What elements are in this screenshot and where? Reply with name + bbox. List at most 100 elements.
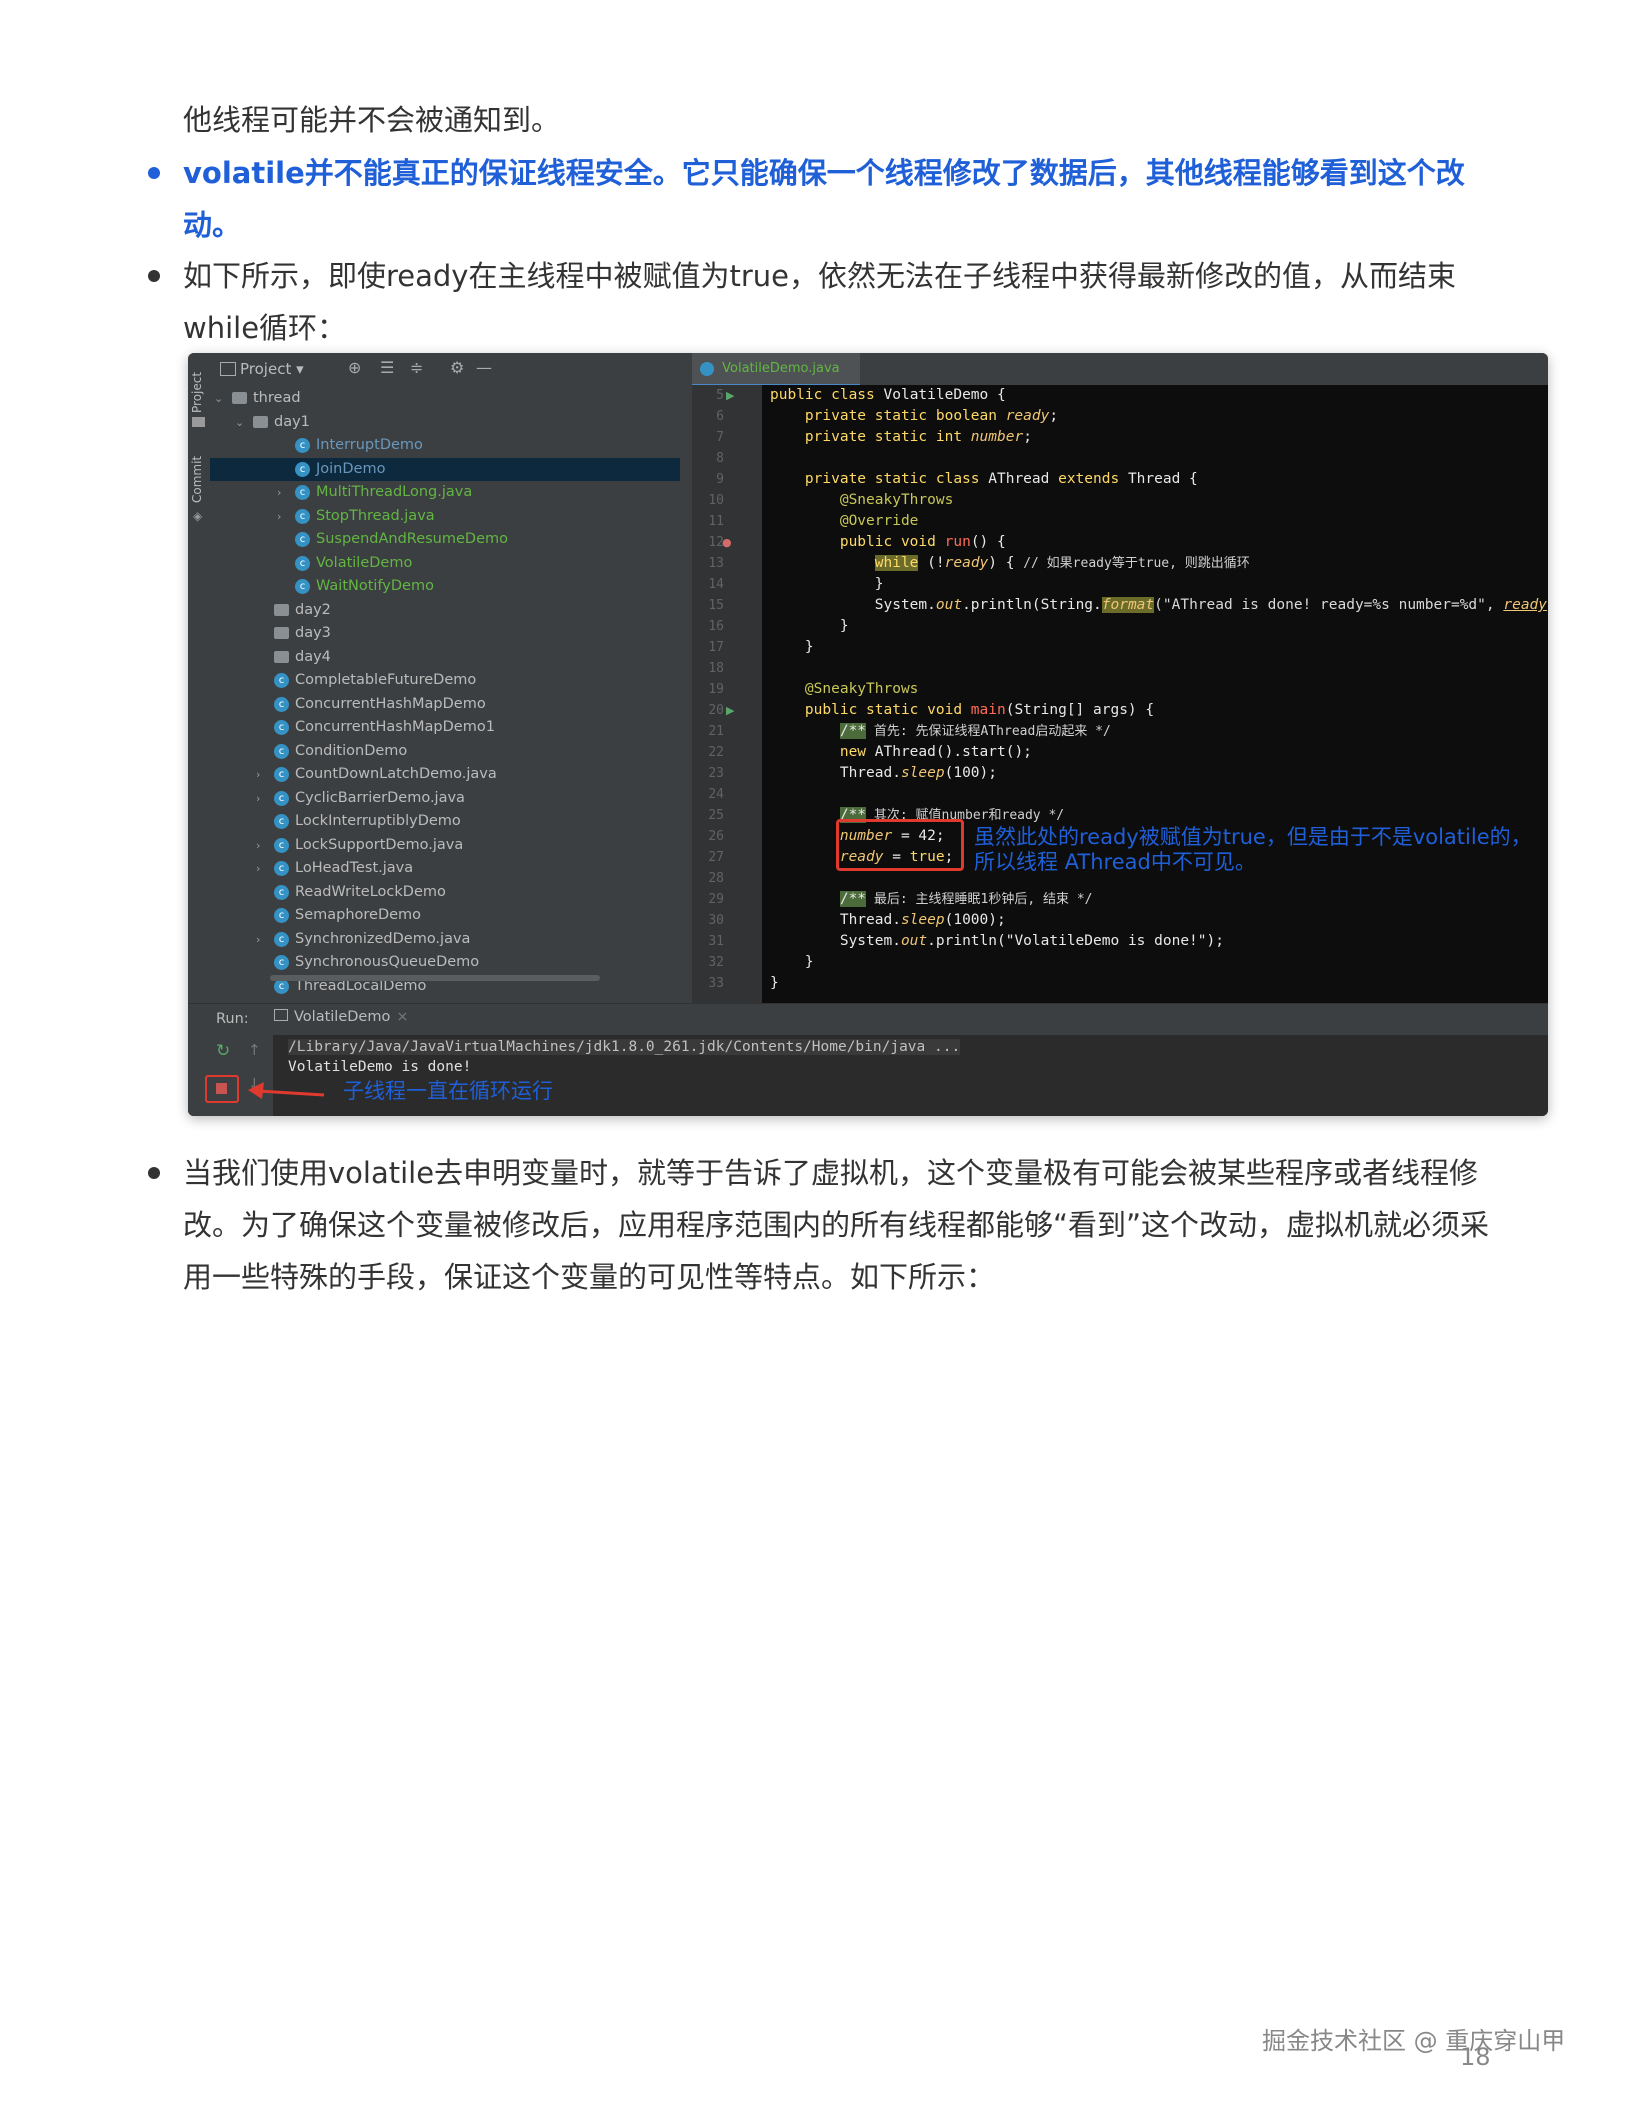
tree-item[interactable]: day3 (210, 622, 680, 646)
folder-icon (192, 417, 205, 427)
line-number-gutter: ▶ ▶ ● 5 6 7 8 9 10 11 12 13 14 15 16 17 18 19 20 21 22 23 2… (692, 385, 762, 1003)
code-line-19: @SneakyThrows (770, 681, 919, 697)
chevron-right-icon[interactable]: › (277, 505, 281, 529)
code-line-16: } (770, 618, 849, 634)
project-dropdown[interactable]: Project ▾ (240, 360, 304, 378)
run-note: 子线程一直在循环运行 (343, 1079, 553, 1103)
tree-item-label: ConcurrentHashMapDemo1 (295, 719, 495, 735)
expand-all-icon[interactable]: ☰ (380, 358, 394, 377)
close-icon[interactable]: × (396, 1009, 408, 1025)
code-line-7: private static int number; (770, 429, 1032, 445)
code-line-29: /** 最后: 主线程睡眠1秒钟后, 结束 */ (839, 891, 1093, 907)
tree-item[interactable]: › c StopThread.java (210, 505, 680, 529)
rerun-icon[interactable]: ↻ (216, 1041, 230, 1061)
class-icon: c (274, 908, 289, 923)
line-number: 6 (716, 409, 724, 424)
chevron-right-icon[interactable]: › (256, 834, 260, 858)
stop-button[interactable] (205, 1075, 239, 1103)
tree-item-label: ConditionDemo (295, 742, 408, 759)
tree-item-label: MultiThreadLong.java (316, 484, 473, 500)
tree-item[interactable]: c ConcurrentHashMapDemo (210, 693, 680, 717)
line-number: 28 (708, 871, 724, 886)
code-line-32: } (770, 954, 814, 970)
tree-item[interactable]: › c CyclicBarrierDemo.java (210, 787, 680, 811)
console-icon (274, 1009, 288, 1021)
line-number: 30 (708, 913, 724, 928)
chevron-right-icon[interactable]: › (256, 787, 260, 811)
tree-item[interactable]: › c SynchronizedDemo.java (210, 928, 680, 952)
up-icon[interactable]: ↑ (248, 1041, 261, 1059)
code-line-13: while (!ready) { // 如果ready等于true, 则跳出循环 (874, 555, 1250, 571)
line-number: 13 (708, 556, 724, 571)
run-main-icon[interactable]: ▶ (726, 704, 734, 717)
class-icon: c (274, 837, 289, 853)
tree-item-label: day2 (295, 601, 331, 618)
chevron-right-icon[interactable]: › (277, 481, 281, 505)
line-number: 33 (708, 976, 724, 991)
chevron-down-icon[interactable]: ⌄ (214, 387, 223, 411)
class-icon: c (274, 884, 289, 900)
class-icon: c (274, 861, 289, 876)
tree-item[interactable]: c VolatileDemo (210, 552, 680, 576)
chevron-down-icon[interactable]: ⌄ (235, 411, 244, 435)
class-icon: c (274, 673, 289, 688)
class-icon: c (274, 720, 289, 735)
strip-project-label[interactable]: Project (190, 372, 204, 413)
stop-icon (216, 1083, 227, 1094)
page-number: 18 (1460, 2043, 1491, 2071)
project-panel-header: Project ▾ ⊕ ☰ ≑ ⚙ — (210, 353, 692, 386)
gear-icon[interactable]: ⚙ (450, 358, 464, 377)
tree-item-label: ReadWriteLockDemo (295, 883, 446, 900)
line-number: 27 (708, 850, 724, 865)
run-tab-volatiledemo[interactable]: VolatileDemo × (274, 1009, 408, 1025)
class-icon: c (295, 532, 310, 547)
tree-item[interactable]: c ConcurrentHashMapDemo1 (210, 716, 680, 740)
tree-item[interactable]: c LockInterruptiblyDemo (210, 810, 680, 834)
class-icon: c (274, 743, 289, 759)
code-line-22: new AThread().start(); (770, 744, 1032, 760)
ide-screenshot: Project Commit ◈ Project ▾ ⊕ ☰ ≑ ⚙ — ⌄ th… (188, 353, 1548, 1116)
tree-item[interactable]: › c MultiThreadLong.java (210, 481, 680, 505)
chevron-right-icon[interactable]: › (256, 857, 260, 881)
locate-icon[interactable]: ⊕ (348, 358, 361, 377)
chevron-right-icon[interactable]: › (256, 928, 260, 952)
console-output-line: VolatileDemo is done! (288, 1059, 472, 1075)
line-number: 24 (708, 787, 724, 802)
tab-volatiledemo[interactable]: VolatileDemo.java × (692, 353, 860, 407)
tree-item[interactable]: day4 (210, 646, 680, 670)
folder-icon (274, 603, 289, 616)
line-number: 16 (708, 619, 724, 634)
code-editor[interactable]: public class VolatileDemo { private stat… (762, 385, 1548, 1003)
strip-commit-label[interactable]: Commit (190, 456, 204, 503)
run-class-icon[interactable]: ▶ (726, 389, 734, 402)
tree-item[interactable]: c InterruptDemo (210, 434, 680, 458)
tree-item-label: VolatileDemo (316, 554, 413, 571)
tree-item-label: InterruptDemo (316, 437, 423, 453)
code-line-15: System.out.println(String.format("AThrea… (770, 597, 1548, 613)
tree-item[interactable]: c ReadWriteLockDemo (210, 881, 680, 905)
tree-item[interactable]: c CompletableFutureDemo (210, 669, 680, 693)
tree-item[interactable]: › c LockSupportDemo.java (210, 834, 680, 858)
tree-item[interactable]: c WaitNotifyDemo (210, 575, 680, 599)
tree-item-label: day1 (274, 413, 310, 430)
line-number: 8 (716, 451, 724, 466)
chevron-right-icon[interactable]: › (256, 763, 260, 787)
tree-item[interactable]: c ConditionDemo (210, 740, 680, 764)
tree-item[interactable]: › c CountDownLatchDemo.java (210, 763, 680, 787)
tree-item-label: CyclicBarrierDemo.java (295, 789, 465, 806)
tree-item[interactable]: ⌄ thread (210, 387, 680, 411)
tree-item[interactable]: c SynchronousQueueDemo (210, 951, 680, 975)
tree-scrollbar-horizontal[interactable] (270, 975, 600, 981)
line-number: 31 (708, 934, 724, 949)
tree-item[interactable]: c JoinDemo (210, 457, 680, 481)
code-line-17: } (770, 639, 814, 655)
tab-label: VolatileDemo.java (722, 361, 840, 376)
tree-item[interactable]: c SuspendAndResumeDemo (210, 528, 680, 552)
class-icon: c (295, 438, 310, 453)
tree-item[interactable]: c SemaphoreDemo (210, 904, 680, 928)
tree-item[interactable]: day2 (210, 599, 680, 623)
minimize-icon[interactable]: — (476, 358, 492, 377)
collapse-all-icon[interactable]: ≑ (410, 358, 423, 377)
tree-item[interactable]: ⌄ day1 (210, 411, 680, 435)
tree-item[interactable]: › c LoHeadTest.java (210, 857, 680, 881)
